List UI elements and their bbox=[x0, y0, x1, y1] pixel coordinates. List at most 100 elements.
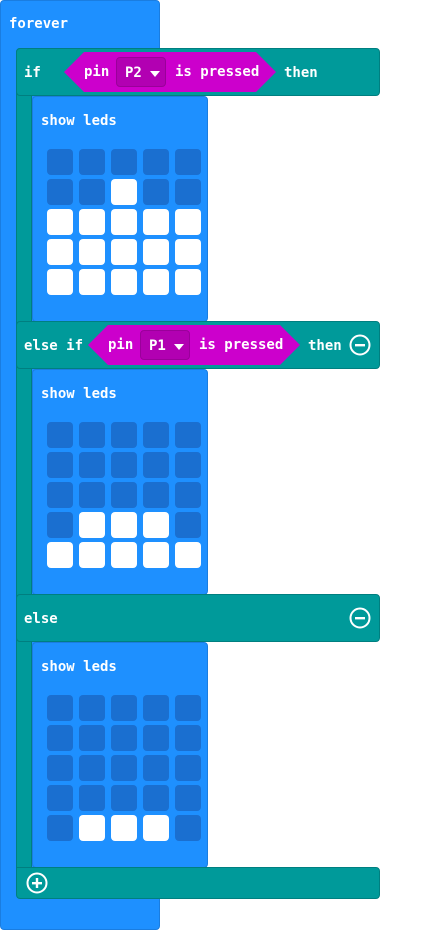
led-2-3[interactable] bbox=[143, 482, 169, 508]
show-leds-label: show leds bbox=[41, 113, 117, 129]
led-4-3[interactable] bbox=[143, 542, 169, 568]
minus-circle-icon[interactable] bbox=[349, 334, 371, 356]
led-0-2[interactable] bbox=[111, 422, 137, 448]
led-4-4[interactable] bbox=[175, 542, 201, 568]
led-4-2[interactable] bbox=[111, 542, 137, 568]
led-4-4[interactable] bbox=[175, 269, 201, 295]
led-2-0[interactable] bbox=[47, 209, 73, 235]
led-2-0[interactable] bbox=[47, 755, 73, 781]
led-0-0[interactable] bbox=[47, 695, 73, 721]
led-3-2[interactable] bbox=[111, 785, 137, 811]
pin-dropdown[interactable]: P2 bbox=[116, 57, 166, 87]
led-1-2[interactable] bbox=[111, 179, 137, 205]
show-leds-block-3[interactable]: show leds bbox=[32, 642, 208, 868]
led-2-2[interactable] bbox=[111, 755, 137, 781]
led-4-0[interactable] bbox=[47, 815, 73, 841]
led-1-1[interactable] bbox=[79, 452, 105, 478]
led-0-0[interactable] bbox=[47, 149, 73, 175]
then-label-2: then bbox=[308, 338, 342, 354]
led-2-0[interactable] bbox=[47, 482, 73, 508]
led-0-0[interactable] bbox=[47, 422, 73, 448]
led-1-4[interactable] bbox=[175, 179, 201, 205]
led-4-4[interactable] bbox=[175, 815, 201, 841]
led-1-0[interactable] bbox=[47, 725, 73, 751]
led-0-4[interactable] bbox=[175, 149, 201, 175]
led-1-3[interactable] bbox=[143, 179, 169, 205]
forever-label: forever bbox=[9, 16, 69, 32]
minus-circle-icon[interactable] bbox=[349, 607, 371, 629]
led-0-3[interactable] bbox=[143, 149, 169, 175]
pin-dropdown-2[interactable]: P1 bbox=[140, 330, 190, 360]
led-3-2[interactable] bbox=[111, 512, 137, 538]
led-0-2[interactable] bbox=[111, 149, 137, 175]
led-0-1[interactable] bbox=[79, 149, 105, 175]
led-4-2[interactable] bbox=[111, 815, 137, 841]
led-3-3[interactable] bbox=[143, 512, 169, 538]
led-0-2[interactable] bbox=[111, 695, 137, 721]
led-1-2[interactable] bbox=[111, 452, 137, 478]
led-2-2[interactable] bbox=[111, 482, 137, 508]
led-4-0[interactable] bbox=[47, 269, 73, 295]
pin-pressed-condition-1[interactable]: pin P2 is pressed bbox=[64, 52, 276, 92]
if-label: if bbox=[24, 65, 41, 81]
led-3-4[interactable] bbox=[175, 785, 201, 811]
led-0-4[interactable] bbox=[175, 422, 201, 448]
led-3-0[interactable] bbox=[47, 512, 73, 538]
pin-label-2: pin bbox=[108, 337, 134, 353]
show-leds-label: show leds bbox=[41, 659, 117, 675]
if-footer bbox=[16, 867, 380, 899]
led-0-3[interactable] bbox=[143, 422, 169, 448]
led-2-1[interactable] bbox=[79, 209, 105, 235]
pin-value-2: P1 bbox=[149, 338, 166, 354]
led-3-0[interactable] bbox=[47, 239, 73, 265]
led-3-4[interactable] bbox=[175, 512, 201, 538]
led-2-1[interactable] bbox=[79, 482, 105, 508]
if-block-spine bbox=[16, 48, 32, 898]
led-1-4[interactable] bbox=[175, 452, 201, 478]
led-3-0[interactable] bbox=[47, 785, 73, 811]
led-1-1[interactable] bbox=[79, 179, 105, 205]
led-1-0[interactable] bbox=[47, 179, 73, 205]
led-4-2[interactable] bbox=[111, 269, 137, 295]
led-1-2[interactable] bbox=[111, 725, 137, 751]
led-3-1[interactable] bbox=[79, 239, 105, 265]
led-0-4[interactable] bbox=[175, 695, 201, 721]
led-2-4[interactable] bbox=[175, 482, 201, 508]
led-3-1[interactable] bbox=[79, 512, 105, 538]
led-2-3[interactable] bbox=[143, 209, 169, 235]
led-3-4[interactable] bbox=[175, 239, 201, 265]
led-3-1[interactable] bbox=[79, 785, 105, 811]
led-2-4[interactable] bbox=[175, 755, 201, 781]
show-leds-block-1[interactable]: show leds bbox=[32, 96, 208, 322]
led-4-1[interactable] bbox=[79, 269, 105, 295]
led-2-3[interactable] bbox=[143, 755, 169, 781]
else-if-label: else if bbox=[24, 338, 84, 354]
led-2-1[interactable] bbox=[79, 755, 105, 781]
led-3-2[interactable] bbox=[111, 239, 137, 265]
then-label: then bbox=[284, 65, 318, 81]
led-4-0[interactable] bbox=[47, 542, 73, 568]
led-2-4[interactable] bbox=[175, 209, 201, 235]
caret-down-icon bbox=[150, 71, 160, 77]
led-4-3[interactable] bbox=[143, 269, 169, 295]
led-3-3[interactable] bbox=[143, 785, 169, 811]
led-0-1[interactable] bbox=[79, 695, 105, 721]
show-leds-block-2[interactable]: show leds bbox=[32, 369, 208, 595]
led-1-1[interactable] bbox=[79, 725, 105, 751]
else-header[interactable]: else bbox=[16, 594, 380, 642]
caret-down-icon bbox=[174, 344, 184, 350]
plus-circle-icon[interactable] bbox=[26, 872, 48, 894]
led-4-1[interactable] bbox=[79, 815, 105, 841]
pin-label: pin bbox=[84, 64, 110, 80]
led-1-4[interactable] bbox=[175, 725, 201, 751]
led-1-0[interactable] bbox=[47, 452, 73, 478]
led-4-3[interactable] bbox=[143, 815, 169, 841]
led-0-1[interactable] bbox=[79, 422, 105, 448]
led-1-3[interactable] bbox=[143, 452, 169, 478]
led-1-3[interactable] bbox=[143, 725, 169, 751]
led-0-3[interactable] bbox=[143, 695, 169, 721]
led-2-2[interactable] bbox=[111, 209, 137, 235]
led-4-1[interactable] bbox=[79, 542, 105, 568]
led-3-3[interactable] bbox=[143, 239, 169, 265]
pin-pressed-condition-2[interactable]: pin P1 is pressed bbox=[88, 325, 300, 365]
